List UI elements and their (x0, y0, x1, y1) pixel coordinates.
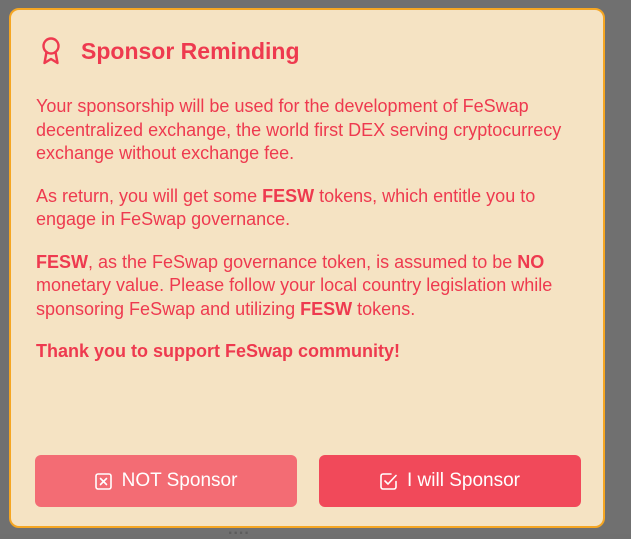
token-reward-text: As return, you will get some FESW tokens… (36, 185, 536, 230)
x-square-icon (94, 472, 112, 490)
fesw-token-name: FESW (36, 251, 88, 272)
no-emphasis: NO (517, 251, 545, 272)
not-sponsor-label: NOT Sponsor (121, 470, 238, 491)
thanks-text: Thank you to support FeSwap community! (36, 341, 401, 361)
award-ribbon-icon (39, 36, 63, 66)
dialog-body: Your sponsorship will be used for the de… (36, 95, 576, 383)
will-sponsor-button[interactable]: I will Sponsor (319, 455, 581, 507)
fesw-token-name: FESW (300, 298, 353, 319)
sponsorship-purpose-text: Your sponsorship will be used for the de… (36, 96, 562, 163)
dialog-title: Sponsor Reminding (81, 37, 300, 64)
not-sponsor-button[interactable]: NOT Sponsor (35, 455, 297, 507)
fesw-token-name: FESW (262, 185, 315, 206)
dialog-header: Sponsor Reminding (39, 36, 300, 66)
sponsor-reminder-dialog: Sponsor Reminding Your sponsorship will … (9, 8, 605, 528)
check-square-icon (380, 472, 397, 490)
will-sponsor-label: I will Sponsor (407, 470, 520, 491)
legal-disclaimer-text: FESW, as the FeSwap governance token, is… (36, 251, 553, 319)
